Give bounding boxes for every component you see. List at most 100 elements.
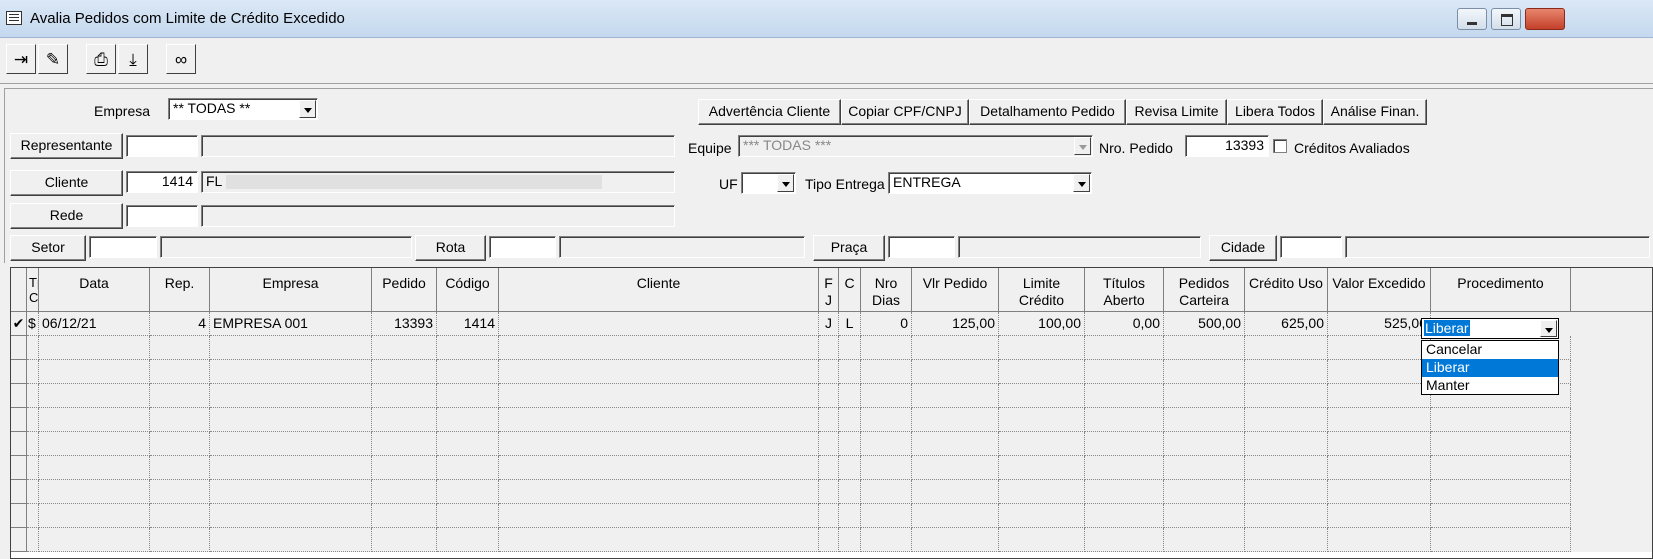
header-rep[interactable]: Rep. [150, 268, 210, 312]
maximize-button[interactable] [1491, 8, 1521, 30]
header-pedido[interactable]: Pedido [372, 268, 437, 312]
table-cell [912, 336, 999, 360]
table-cell [1245, 480, 1328, 504]
setor-button[interactable]: Setor [10, 235, 86, 261]
cliente-button[interactable]: Cliente [10, 170, 123, 196]
table-cell [912, 480, 999, 504]
header-c[interactable]: C [839, 268, 861, 312]
empresa-select[interactable]: ** TODAS ** [168, 98, 318, 120]
revisa-limite-button[interactable]: Revisa Limite [1126, 99, 1227, 125]
table-cell [150, 480, 210, 504]
header-pedidos-carteira[interactable]: Pedidos Carteira [1164, 268, 1245, 312]
table-cell [1431, 504, 1571, 528]
table-cell [1085, 408, 1164, 432]
cell-rep: 4 [150, 312, 210, 336]
chevron-down-icon[interactable] [1073, 174, 1090, 192]
analise-finan-button[interactable]: Análise Finan. [1323, 99, 1427, 125]
rota-button[interactable]: Rota [415, 235, 486, 261]
header-credito-uso[interactable]: Crédito Uso [1245, 268, 1328, 312]
tipo-entrega-select[interactable]: ENTREGA [888, 172, 1092, 194]
chevron-down-icon[interactable] [1540, 320, 1557, 337]
cidade-button[interactable]: Cidade [1209, 235, 1277, 261]
table-cell [1164, 456, 1245, 480]
close-button[interactable] [1525, 8, 1565, 30]
chevron-down-icon[interactable] [1074, 137, 1091, 155]
table-cell [39, 456, 150, 480]
cliente-name-value: FL [206, 173, 223, 189]
option-manter[interactable]: Manter [1422, 377, 1558, 395]
header-nro-dias[interactable]: Nro Dias [861, 268, 912, 312]
table-cell [1085, 336, 1164, 360]
minimize-button[interactable] [1457, 8, 1487, 30]
edit-button[interactable]: ✎ [38, 44, 68, 74]
table-cell [437, 528, 499, 552]
setor-code-input[interactable] [89, 236, 157, 258]
header-vlr-pedido[interactable]: Vlr Pedido [912, 268, 999, 312]
table-cell [839, 432, 861, 456]
table-cell [150, 432, 210, 456]
header-cliente[interactable]: Cliente [499, 268, 819, 312]
rede-code-input[interactable] [126, 205, 198, 227]
cell-cliente [499, 312, 819, 336]
header-valor-excedido[interactable]: Valor Excedido [1328, 268, 1431, 312]
uf-select[interactable] [741, 172, 796, 194]
table-cell [1164, 336, 1245, 360]
table-cell [372, 480, 437, 504]
binoculars-icon: ∞ [174, 49, 188, 69]
nro-pedido-input[interactable]: 13393 [1185, 135, 1269, 157]
table-cell [999, 456, 1085, 480]
table-cell [499, 528, 819, 552]
praca-button[interactable]: Praça [813, 235, 885, 261]
header-tp[interactable]: Tp Cr [27, 268, 39, 312]
representante-button[interactable]: Representante [10, 133, 123, 159]
print-button[interactable]: ⎙ [86, 44, 116, 74]
procedimento-select[interactable]: Liberar [1421, 318, 1559, 339]
equipe-value: *** TODAS *** [743, 137, 832, 153]
representante-code-input[interactable] [126, 135, 198, 157]
table-cell [1164, 480, 1245, 504]
row-indicator [11, 408, 27, 432]
table-cell [210, 360, 372, 384]
cliente-code-input[interactable]: 1414 [126, 171, 198, 193]
detalhamento-pedido-button[interactable]: Detalhamento Pedido [969, 99, 1126, 125]
header-data[interactable]: Data [39, 268, 150, 312]
option-liberar[interactable]: Liberar [1422, 359, 1558, 377]
equipe-select[interactable]: *** TODAS *** [738, 135, 1093, 157]
table-cell [150, 360, 210, 384]
creditos-avaliados-checkbox[interactable] [1273, 139, 1287, 153]
advertencia-cliente-button[interactable]: Advertência Cliente [698, 99, 841, 125]
praca-code-input[interactable] [888, 236, 955, 258]
table-cell [1245, 336, 1328, 360]
table-cell [499, 432, 819, 456]
toolbar: ⇥ ✎ ⎙ ⤓ ∞ [0, 38, 1653, 84]
table-cell [912, 408, 999, 432]
exit-button[interactable]: ⇥ [6, 44, 36, 74]
chevron-down-icon[interactable] [299, 100, 316, 118]
orders-grid[interactable]: Tp Cr Data Rep. Empresa Pedido Código Cl… [10, 267, 1653, 559]
header-procedimento[interactable]: Procedimento [1431, 268, 1571, 312]
option-cancelar[interactable]: Cancelar [1422, 341, 1558, 359]
table-cell [819, 360, 839, 384]
copiar-cpf-button[interactable]: Copiar CPF/CNPJ [841, 99, 969, 125]
table-cell [999, 504, 1085, 528]
header-codigo[interactable]: Código [437, 268, 499, 312]
table-cell [861, 408, 912, 432]
search-button[interactable]: ∞ [166, 44, 196, 74]
cliente-name-field: FL [201, 171, 675, 193]
chevron-down-icon[interactable] [777, 174, 794, 192]
table-cell [819, 480, 839, 504]
header-limite-credito[interactable]: Limite Crédito [999, 268, 1085, 312]
rota-code-input[interactable] [489, 236, 556, 258]
table-cell [210, 336, 372, 360]
libera-todos-button[interactable]: Libera Todos [1227, 99, 1323, 125]
rede-button[interactable]: Rede [10, 203, 123, 229]
header-titulos-aberto[interactable]: Títulos Aberto [1085, 268, 1164, 312]
nro-pedido-label: Nro. Pedido [1099, 140, 1173, 156]
row-indicator [11, 504, 27, 528]
row-indicator [11, 384, 27, 408]
export-button[interactable]: ⤓ [118, 44, 148, 74]
header-fj[interactable]: F J [819, 268, 839, 312]
cidade-code-input[interactable] [1280, 236, 1342, 258]
header-empresa[interactable]: Empresa [210, 268, 372, 312]
cell-data: 06/12/21 [39, 312, 150, 336]
